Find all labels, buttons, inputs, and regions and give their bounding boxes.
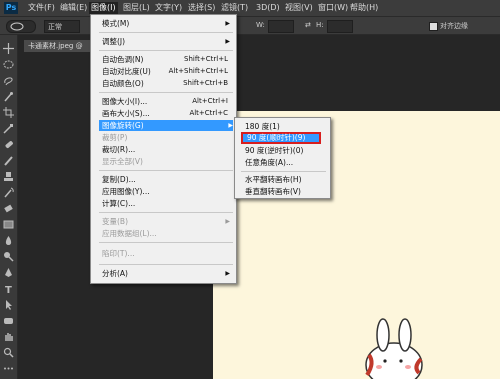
crop-tool-icon[interactable] [3,107,14,118]
menu-type[interactable]: 文字(Y) [153,2,184,14]
options-bar: 正常 W: ⇄ H: 对齐边缘 [0,17,500,35]
menu-separator [99,212,233,213]
menu-separator [241,171,326,172]
history-brush-tool-icon[interactable] [3,187,14,198]
style-select[interactable]: 正常 [44,20,80,33]
menu-help[interactable]: 帮助(H) [348,2,380,14]
align-edges-label: 对齐边缘 [440,22,468,30]
height-input[interactable] [327,20,353,33]
submenu-item-rotate-90-cw[interactable]: 90 度(顺时针)(9) [241,132,321,144]
align-edges-checkbox[interactable] [429,22,438,31]
hand-tool-icon[interactable] [3,331,14,342]
marquee-shape-selector[interactable] [6,20,36,33]
menu-item-canvas-size[interactable]: 画布大小(S)... Alt+Ctrl+C [102,108,230,119]
menu-edit[interactable]: 编辑(E) [58,2,89,14]
image-rotation-submenu: 180 度(1) 90 度(顺时针)(9) 90 度(逆时针)(0) 任意角度(… [234,117,331,199]
eyedropper-tool-icon[interactable] [3,123,14,134]
menu-separator [99,242,233,243]
menu-item-apply-image[interactable]: 应用图像(Y)... [102,186,230,197]
document-tab[interactable]: 卡通素材.jpeg @ [24,40,98,52]
menu-3d[interactable]: 3D(D) [254,2,282,14]
zoom-tool-icon[interactable] [3,347,14,358]
menu-image[interactable]: 图像(I) [89,2,118,14]
gradient-tool-icon[interactable] [3,219,14,230]
menu-filter[interactable]: 滤镜(T) [219,2,250,14]
menu-separator [99,50,233,51]
menu-item-image-size[interactable]: 图像大小(I)... Alt+Ctrl+I [102,96,230,107]
menu-item-image-rotation[interactable]: 图像旋转(G) ▶ [99,120,233,131]
workspace-background [214,40,500,110]
document-tab-label: 卡通素材.jpeg @ [28,42,83,50]
swap-icon[interactable]: ⇄ [305,21,311,29]
menu-window[interactable]: 窗口(W) [316,2,350,14]
menu-item-trim[interactable]: 裁切(R)... [102,144,230,155]
submenu-item-arbitrary[interactable]: 任意角度(A)... [245,157,327,168]
pen-tool-icon[interactable] [3,267,14,278]
path-selection-tool-icon[interactable] [3,299,14,310]
submenu-item-flip-horizontal[interactable]: 水平翻转画布(H) [245,174,327,185]
menu-item-adjustments[interactable]: 调整(J) ▶ [102,36,230,47]
menu-item-analysis[interactable]: 分析(A) ▶ [102,268,230,279]
menu-separator [99,170,233,171]
clone-stamp-tool-icon[interactable] [3,171,14,182]
menu-item-variables[interactable]: 变量(B) ▶ [102,216,230,227]
submenu-arrow-icon: ▶ [225,270,230,277]
submenu-item-rotate-90-ccw[interactable]: 90 度(逆时针)(0) [245,145,327,156]
height-label: H: [316,21,324,29]
brush-tool-icon[interactable] [3,155,14,166]
dodge-tool-icon[interactable] [3,251,14,262]
blur-tool-icon[interactable] [3,235,14,246]
svg-text:T: T [5,285,12,294]
menu-item-calculations[interactable]: 计算(C)... [102,198,230,209]
ellipse-marquee-icon [10,22,24,31]
type-tool-icon[interactable]: T [3,283,14,294]
healing-brush-tool-icon[interactable] [3,139,14,150]
menu-separator [99,264,233,265]
submenu-item-rotate-180[interactable]: 180 度(1) [245,121,327,132]
move-tool-icon[interactable] [3,43,14,54]
menu-item-auto-contrast[interactable]: 自动对比度(U) Alt+Shift+Ctrl+L [102,66,230,77]
menu-item-auto-color[interactable]: 自动颜色(O) Shift+Ctrl+B [102,78,230,89]
menu-separator [99,32,233,33]
menu-select[interactable]: 选择(S) [186,2,217,14]
style-select-value: 正常 [48,23,62,31]
shape-tool-icon[interactable] [3,315,14,326]
menu-file[interactable]: 文件(F) [26,2,57,14]
menu-item-mode[interactable]: 模式(M) ▶ [102,18,230,29]
menu-view[interactable]: 视图(V) [283,2,315,14]
toolbox: T [0,35,18,379]
menu-item-trap[interactable]: 陷印(T)... [102,248,230,259]
menu-item-duplicate[interactable]: 复制(D)... [102,174,230,185]
menu-item-reveal-all[interactable]: 显示全部(V) [102,156,230,167]
submenu-arrow-icon: ▶ [228,122,233,129]
menu-item-crop[interactable]: 裁剪(P) [102,132,230,143]
image-menu-dropdown: 模式(M) ▶ 调整(J) ▶ 自动色调(N) Shift+Ctrl+L 自动对比度(… [90,14,237,284]
menu-layer[interactable]: 图层(L) [121,2,152,14]
menu-item-apply-data-set[interactable]: 应用数据组(L)... [102,228,230,239]
lasso-tool-icon[interactable] [3,75,14,86]
more-tools-icon[interactable] [3,363,14,374]
submenu-item-flip-vertical[interactable]: 垂直翻转画布(V) [245,186,327,197]
menu-bar: Ps 文件(F) 编辑(E) 图像(I) 图层(L) 文字(Y) 选择(S) 滤… [0,0,500,17]
photoshop-logo: Ps [4,2,18,14]
quick-selection-tool-icon[interactable] [3,91,14,102]
submenu-arrow-icon: ▶ [225,38,230,45]
submenu-arrow-icon: ▶ [225,20,230,27]
cartoon-rabbit-image [365,318,423,379]
menu-separator [99,92,233,93]
marquee-tool-icon[interactable] [3,59,14,70]
width-input[interactable] [268,20,294,33]
eraser-tool-icon[interactable] [3,203,14,214]
width-label: W: [256,21,265,29]
submenu-arrow-icon: ▶ [225,218,230,225]
menu-item-auto-tone[interactable]: 自动色调(N) Shift+Ctrl+L [102,54,230,65]
